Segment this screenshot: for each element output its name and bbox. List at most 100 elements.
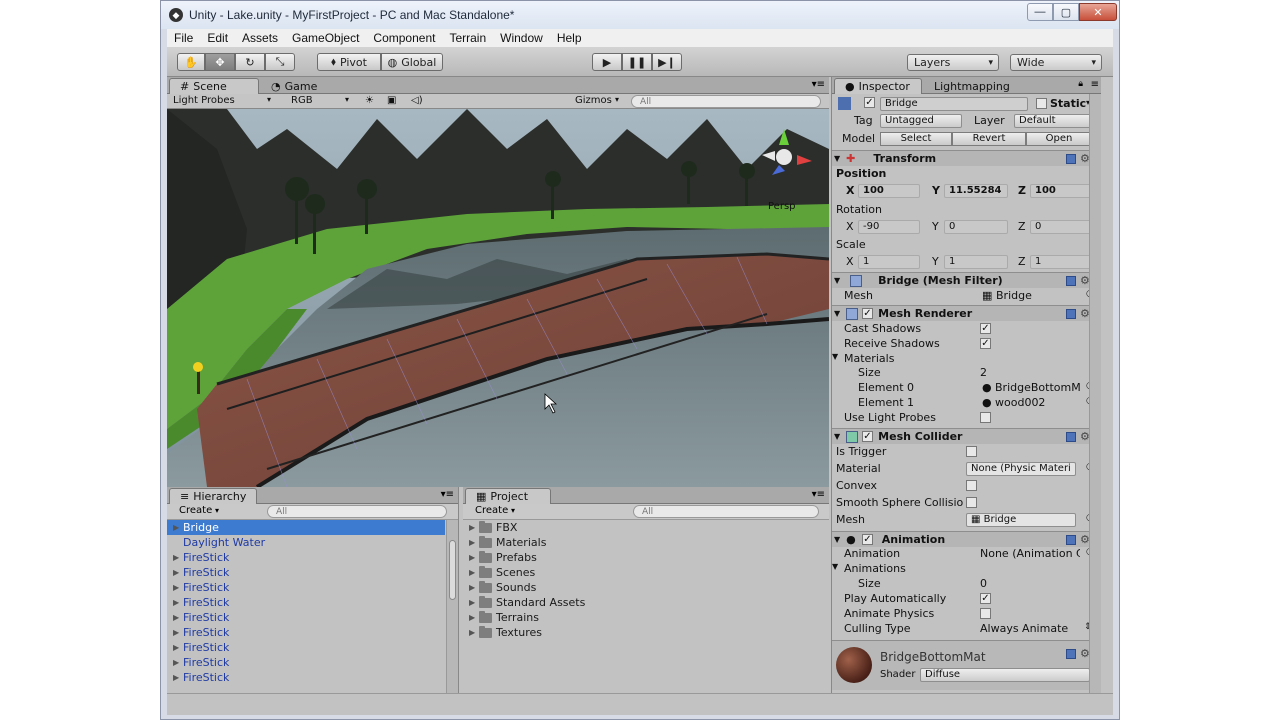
layout-dropdown[interactable]: Wide	[1010, 54, 1102, 71]
pause-button[interactable]: ❚❚	[622, 53, 652, 71]
image-toggle-icon[interactable]: ▣	[387, 95, 396, 106]
materials-size-field[interactable]: 2	[980, 366, 987, 379]
close-button[interactable]: ✕	[1079, 3, 1117, 21]
menu-terrain[interactable]: Terrain	[442, 31, 493, 45]
receive-shadows-checkbox[interactable]: ✓	[980, 338, 991, 349]
expand-arrow-icon[interactable]: ▶	[173, 583, 183, 592]
scene-search-input[interactable]: All	[631, 95, 821, 108]
rotation-x-field[interactable]: -90	[858, 219, 920, 234]
tab-scene[interactable]: # Scene	[169, 78, 259, 94]
audio-toggle-icon[interactable]: ◁)	[411, 95, 423, 106]
menu-gameobject[interactable]: GameObject	[285, 31, 366, 45]
tab-inspector[interactable]: ● Inspector	[834, 78, 922, 94]
animation-enabled-checkbox[interactable]: ✓	[862, 534, 873, 545]
expand-arrow-icon[interactable]: ▶	[173, 568, 183, 577]
help-book-icon[interactable]	[1066, 649, 1076, 659]
panel-menu-icon[interactable]: ▾≡	[812, 489, 825, 500]
tag-dropdown[interactable]: Untagged	[880, 114, 962, 128]
expand-arrow-icon[interactable]: ▶	[469, 553, 479, 562]
expand-arrow-icon[interactable]: ▶	[173, 628, 183, 637]
move-tool-icon[interactable]: ✥	[205, 53, 235, 71]
transform-header[interactable]: ▼ ✚ Transform ⚙	[832, 150, 1094, 166]
list-item[interactable]: ▶ FireStick	[167, 655, 445, 670]
scale-y-field[interactable]: 1	[944, 254, 1008, 269]
folder-item[interactable]: ▶ Textures	[463, 625, 829, 640]
expand-arrow-icon[interactable]: ▶	[469, 583, 479, 592]
minimize-button[interactable]: —	[1027, 3, 1053, 21]
expand-arrow-icon[interactable]: ▶	[173, 553, 183, 562]
render-mode-dropdown[interactable]: Light Probes	[173, 95, 235, 106]
position-z-field[interactable]: 100	[1030, 183, 1092, 198]
foldout-arrow-icon[interactable]: ▼	[832, 352, 838, 361]
object-name-field[interactable]: Bridge	[880, 97, 1028, 111]
rotate-tool-icon[interactable]: ↻	[235, 53, 265, 71]
light-probes-checkbox[interactable]	[980, 412, 991, 423]
model-revert-button[interactable]: Revert	[952, 131, 1026, 146]
smooth-sphere-checkbox[interactable]	[966, 497, 977, 508]
expand-arrow-icon[interactable]: ▶	[469, 628, 479, 637]
animate-physics-checkbox[interactable]	[980, 608, 991, 619]
animation-clip-field[interactable]: None (Animation C	[980, 547, 1080, 560]
expand-arrow-icon[interactable]: ▶	[173, 598, 183, 607]
foldout-arrow-icon[interactable]: ▼	[834, 535, 840, 544]
pivot-toggle-button[interactable]: ⬧ Pivot	[317, 53, 381, 71]
active-checkbox[interactable]: ✓	[864, 97, 875, 108]
menu-window[interactable]: Window	[493, 31, 550, 45]
list-item[interactable]: ▶ FireStick	[167, 610, 445, 625]
expand-arrow-icon[interactable]: ▶	[469, 613, 479, 622]
panel-menu-icon[interactable]: ▾≡	[812, 79, 825, 90]
scale-x-field[interactable]: 1	[858, 254, 920, 269]
list-item[interactable]: ▶ FireStick	[167, 625, 445, 640]
scale-z-field[interactable]: 1	[1030, 254, 1092, 269]
foldout-arrow-icon[interactable]: ▼	[834, 154, 840, 163]
list-item[interactable]: ▶ FireStick	[167, 580, 445, 595]
lighting-toggle-icon[interactable]: ☀	[365, 95, 374, 106]
menu-help[interactable]: Help	[550, 31, 589, 45]
tab-game[interactable]: ◔ Game	[261, 78, 341, 94]
foldout-arrow-icon[interactable]: ▼	[834, 276, 840, 285]
panel-menu-icon[interactable]: ▾≡	[441, 489, 454, 500]
global-toggle-button[interactable]: ◍ Global	[381, 53, 443, 71]
tab-lightmapping[interactable]: Lightmapping	[924, 78, 1016, 94]
position-x-field[interactable]: 100	[858, 183, 920, 198]
cast-shadows-checkbox[interactable]: ✓	[980, 323, 991, 334]
expand-arrow-icon[interactable]: ▶	[173, 613, 183, 622]
scene-viewport[interactable]: Persp	[167, 109, 829, 487]
animation-header[interactable]: ▼ ● ✓ Animation ⚙	[832, 531, 1094, 547]
scrollbar-thumb[interactable]	[449, 540, 456, 600]
maximize-button[interactable]: ▢	[1053, 3, 1079, 21]
mesh-renderer-enabled-checkbox[interactable]: ✓	[862, 308, 873, 319]
collider-mesh-field[interactable]: ▦ Bridge	[966, 513, 1076, 527]
project-search-input[interactable]: All	[633, 505, 819, 518]
folder-item[interactable]: ▶ Standard Assets	[463, 595, 829, 610]
mesh-collider-enabled-checkbox[interactable]: ✓	[862, 431, 873, 442]
static-checkbox[interactable]	[1036, 98, 1047, 109]
expand-arrow-icon[interactable]: ▶	[173, 658, 183, 667]
color-mode-dropdown[interactable]: RGB	[291, 95, 313, 106]
mesh-filter-mesh-field[interactable]: Bridge	[996, 289, 1032, 302]
tab-hierarchy[interactable]: ≡ Hierarchy	[169, 488, 257, 504]
expand-arrow-icon[interactable]: ▶	[173, 673, 183, 682]
rotation-z-field[interactable]: 0	[1030, 219, 1092, 234]
expand-arrow-icon[interactable]: ▶	[469, 568, 479, 577]
is-trigger-checkbox[interactable]	[966, 446, 977, 457]
rotation-y-field[interactable]: 0	[944, 219, 1008, 234]
folder-item[interactable]: ▶ Scenes	[463, 565, 829, 580]
hierarchy-scrollbar[interactable]	[446, 520, 458, 693]
shader-dropdown[interactable]: Diffuse	[920, 668, 1090, 682]
project-create-button[interactable]: Create	[475, 505, 508, 516]
expand-arrow-icon[interactable]: ▶	[469, 598, 479, 607]
folder-item[interactable]: ▶ FBX	[463, 520, 829, 535]
help-book-icon[interactable]	[1066, 276, 1076, 286]
static-label[interactable]: Static	[1050, 97, 1086, 110]
culling-type-dropdown[interactable]: Always Animate	[980, 622, 1068, 635]
collider-material-field[interactable]: None (Physic Materi	[966, 462, 1076, 476]
mesh-collider-header[interactable]: ▼ ✓ Mesh Collider ⚙	[832, 428, 1094, 444]
folder-item[interactable]: ▶ Materials	[463, 535, 829, 550]
expand-arrow-icon[interactable]: ▶	[173, 523, 183, 532]
hierarchy-search-input[interactable]: All	[267, 505, 447, 518]
help-book-icon[interactable]	[1066, 535, 1076, 545]
help-book-icon[interactable]	[1066, 309, 1076, 319]
gizmos-dropdown[interactable]: Gizmos	[575, 95, 612, 106]
expand-arrow-icon[interactable]: ▶	[469, 523, 479, 532]
